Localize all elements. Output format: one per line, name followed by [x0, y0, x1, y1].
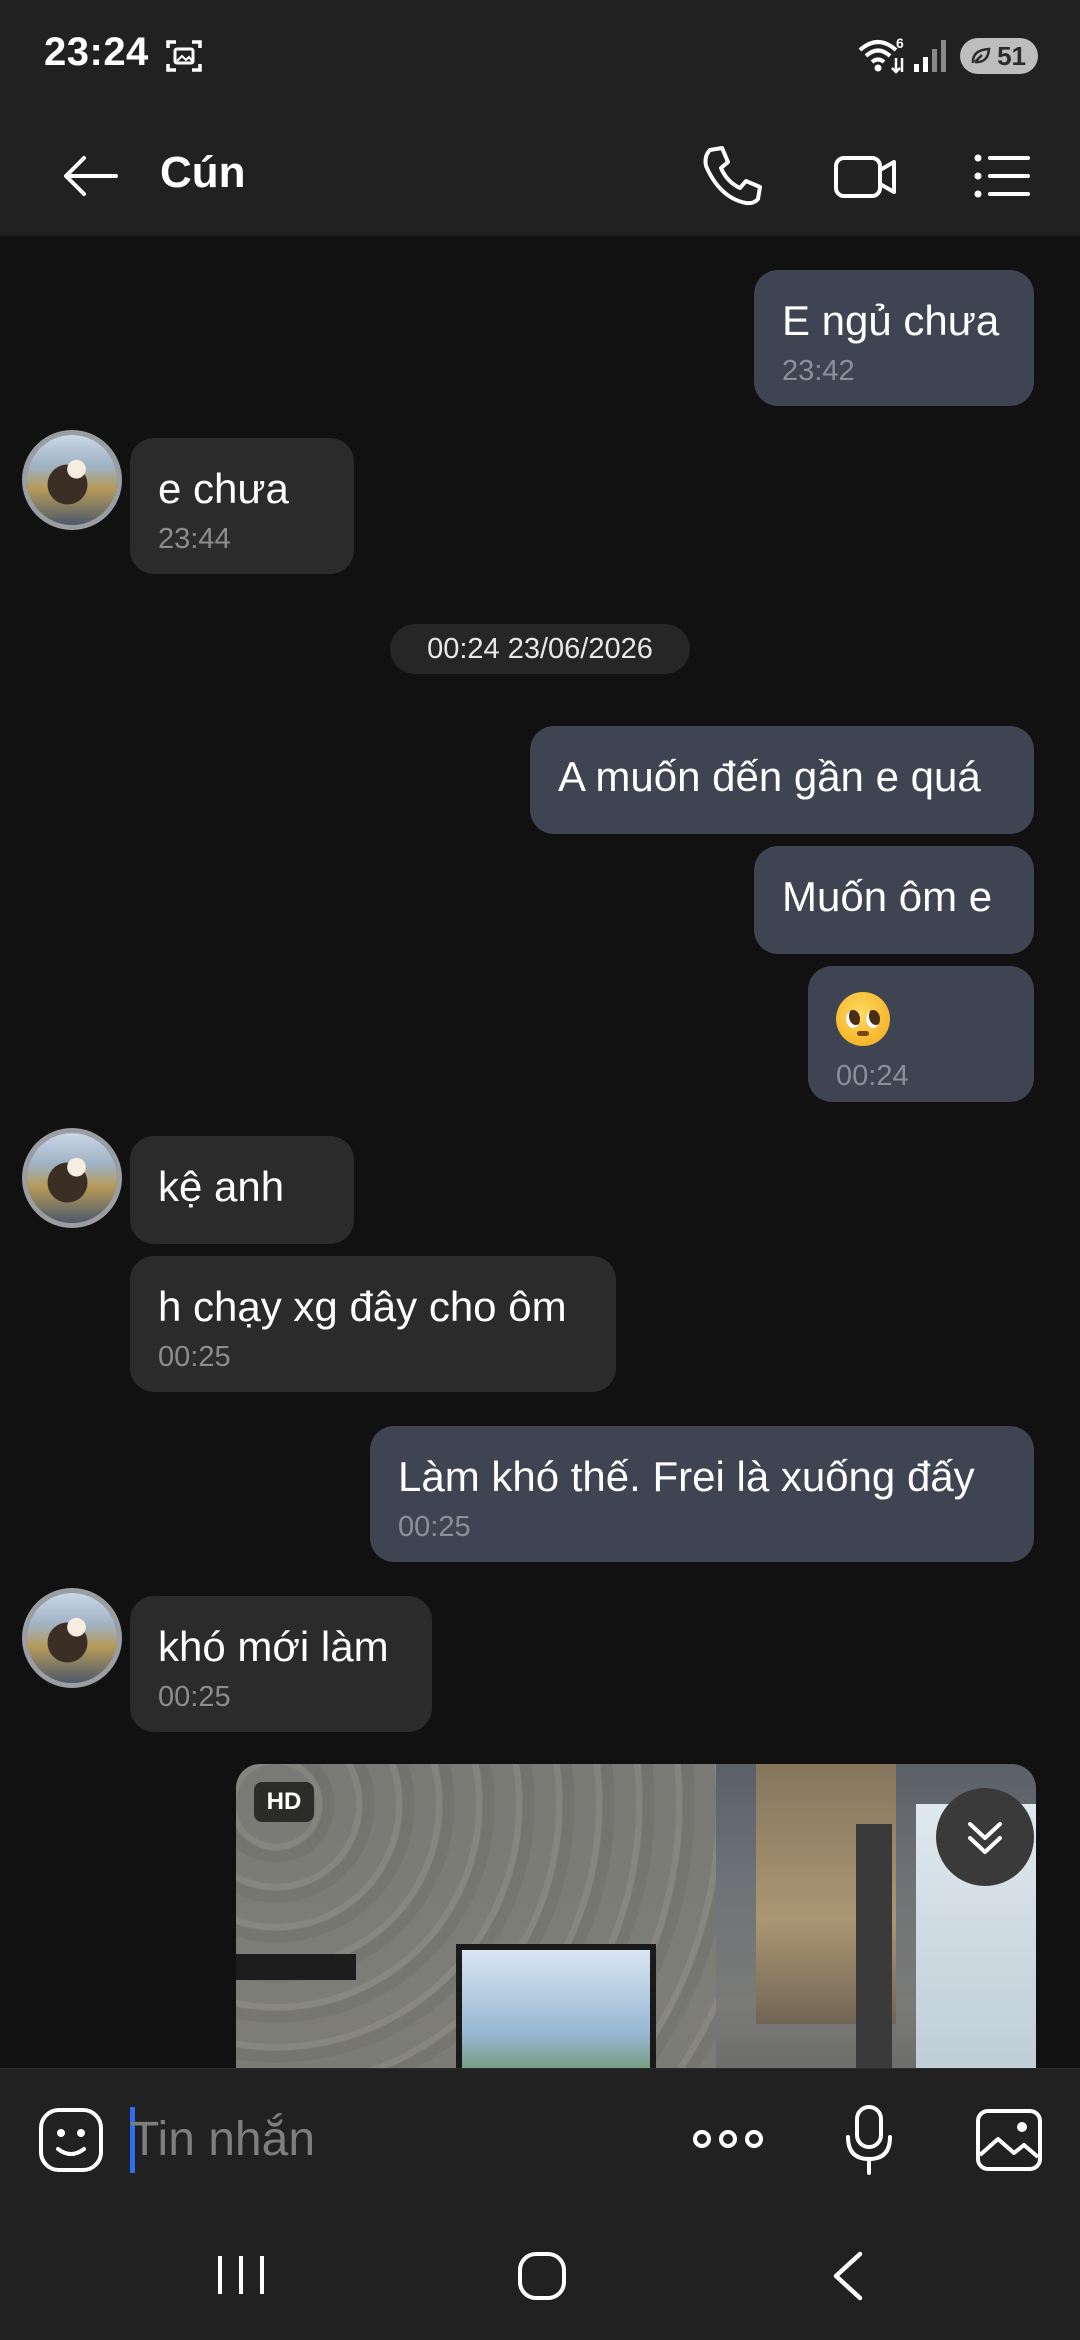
contact-avatar[interactable]: [22, 430, 122, 530]
message-bubble-outgoing[interactable]: 00:24: [808, 966, 1034, 1102]
message-text: A muốn đến gần e quá: [558, 753, 981, 800]
message-time: 00:25: [158, 1341, 231, 1374]
battery-saver-icon: [971, 47, 991, 64]
battery-level: 51: [997, 40, 1026, 71]
video-camera-icon[interactable]: [830, 140, 902, 212]
back-arrow-icon[interactable]: [58, 148, 122, 204]
message-time: 00:25: [398, 1511, 471, 1544]
message-list[interactable]: E ngủ chưa 23:42 e chưa 23:44 00:24 23/0…: [0, 236, 1080, 2068]
pleading-face-icon: [836, 992, 890, 1046]
message-bubble-outgoing[interactable]: A muốn đến gần e quá: [530, 726, 1034, 834]
phone-icon[interactable]: [696, 140, 768, 212]
scroll-to-bottom-button[interactable]: [936, 1788, 1034, 1886]
recent-apps-icon[interactable]: [212, 2250, 270, 2300]
message-bubble-incoming[interactable]: h chạy xg đây cho ôm 00:25: [130, 1256, 616, 1392]
battery-indicator: 51: [960, 38, 1038, 74]
message-text: Muốn ôm e: [782, 873, 993, 920]
message-text: e chưa: [158, 465, 289, 512]
message-bubble-outgoing[interactable]: Làm khó thế. Frei là xuống đấy 00:25: [370, 1426, 1034, 1562]
message-text: Làm khó thế. Frei là xuống đấy: [398, 1453, 975, 1500]
double-chevron-down-icon: [968, 1822, 1002, 1854]
message-bubble-incoming[interactable]: khó mới làm 00:25: [130, 1596, 432, 1732]
status-bar: 23:24 6 51: [0, 0, 1080, 118]
wifi-badge: 6: [896, 36, 904, 51]
message-time: 00:24: [836, 1060, 909, 1093]
home-icon[interactable]: [514, 2248, 570, 2304]
contact-avatar[interactable]: [22, 1128, 122, 1228]
date-separator: 00:24 23/06/2026: [390, 624, 690, 674]
back-chevron-icon[interactable]: [826, 2250, 870, 2302]
signal-icon: [914, 40, 946, 72]
message-time: 23:42: [782, 355, 855, 388]
message-text: E ngủ chưa: [782, 297, 1000, 344]
message-bubble-incoming[interactable]: e chưa 23:44: [130, 438, 354, 574]
message-time: 00:25: [158, 1681, 231, 1714]
message-text: kệ anh: [158, 1163, 285, 1210]
message-text: khó mới làm: [158, 1623, 389, 1670]
status-time: 23:24: [44, 30, 149, 74]
image-gallery-icon[interactable]: [974, 2105, 1044, 2175]
screenshot-capture-icon: [166, 40, 202, 72]
sticker-emoji-icon[interactable]: [36, 2105, 106, 2175]
message-text: h chạy xg đây cho ôm: [158, 1283, 567, 1330]
system-navigation-bar: [0, 2210, 1080, 2340]
message-input[interactable]: [130, 2099, 650, 2179]
chat-header: Cún: [0, 118, 1080, 236]
contact-avatar[interactable]: [22, 1588, 122, 1688]
message-bubble-outgoing[interactable]: E ngủ chưa 23:42: [754, 270, 1034, 406]
more-options-icon[interactable]: [688, 2109, 768, 2169]
message-bubble-outgoing[interactable]: Muốn ôm e: [754, 846, 1034, 954]
hd-badge: HD: [254, 1782, 314, 1822]
microphone-icon[interactable]: [842, 2103, 896, 2177]
message-time: 23:44: [158, 523, 231, 556]
wifi-icon: 6: [858, 36, 904, 74]
contact-name[interactable]: Cún: [160, 148, 246, 198]
tv-photo-content: [456, 1944, 656, 2068]
image-message[interactable]: HD: [236, 1764, 1036, 2068]
list-menu-icon[interactable]: [966, 140, 1038, 212]
message-bubble-incoming[interactable]: kệ anh: [130, 1136, 354, 1244]
composer-bar: [0, 2068, 1080, 2210]
